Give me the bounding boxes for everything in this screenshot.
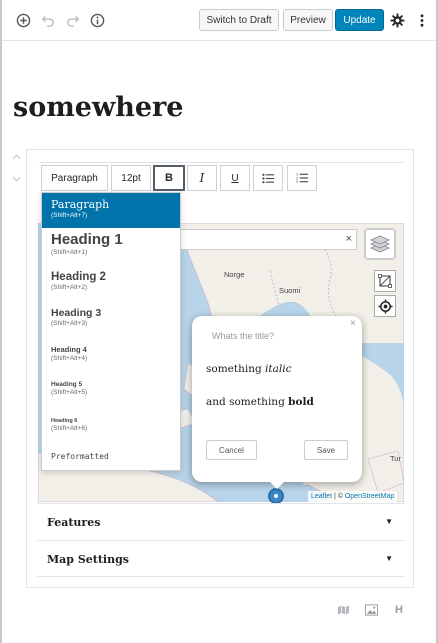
numbered-list-icon: 123 [296, 173, 308, 184]
format-option-heading-5[interactable]: Heading 5 (Shift+Alt+5) [42, 381, 180, 409]
underline-button[interactable]: U [220, 165, 250, 191]
popup-close-icon[interactable]: × [350, 318, 356, 329]
italic-button[interactable]: I [187, 165, 217, 191]
map-attribution: Leaflet | © OpenStreetMap [308, 491, 398, 502]
font-size-select[interactable]: 12pt [111, 165, 151, 191]
update-button[interactable]: Update [335, 9, 384, 31]
map-marker-icon[interactable] [268, 488, 284, 504]
format-option-heading-3[interactable]: Heading 3 (Shift+Alt+3) [42, 307, 180, 337]
popup-content-line-2[interactable]: and something bold [206, 396, 314, 408]
map-search-input[interactable]: × [180, 229, 357, 250]
format-option-heading-1[interactable]: Heading 1 (Shift+Alt+1) [42, 231, 180, 265]
map-block-icon[interactable] [336, 603, 350, 617]
svg-text:3: 3 [296, 180, 298, 184]
move-up-icon[interactable] [9, 152, 23, 164]
map-label-tur: Tur [390, 454, 401, 463]
chevron-down-icon: ▼ [385, 554, 393, 563]
map-label-norge: Norge [224, 270, 245, 279]
popup-save-button[interactable]: Save [304, 440, 348, 460]
format-option-heading-6[interactable]: Heading 6 (Shift+Alt+6) [42, 418, 180, 446]
popup-title-input[interactable]: Whats the title? [212, 331, 274, 341]
format-toolbar: Paragraph 12pt B I U 123 [39, 162, 404, 194]
layers-icon[interactable] [364, 228, 396, 260]
heading-block-icon[interactable]: H [392, 603, 406, 617]
preview-button[interactable]: Preview [283, 9, 333, 31]
leaflet-link[interactable]: Leaflet [311, 493, 332, 500]
format-option-heading-4[interactable]: Heading 4 (Shift+Alt+4) [42, 345, 180, 373]
switch-to-draft-button[interactable]: Switch to Draft [199, 9, 279, 31]
numbered-list-button[interactable]: 123 [287, 165, 317, 191]
features-panel-title: Features [47, 516, 101, 529]
map-settings-panel[interactable]: Map Settings ▼ [37, 540, 405, 577]
add-block-icon[interactable] [14, 11, 32, 29]
redo-icon[interactable] [64, 11, 82, 29]
openstreetmap-link[interactable]: OpenStreetMap [345, 493, 394, 500]
features-panel[interactable]: Features ▼ [37, 503, 405, 540]
map-label-suomi: Suomi [279, 286, 301, 295]
move-down-icon[interactable] [9, 174, 23, 186]
chevron-down-icon: ▼ [385, 517, 393, 526]
bold-button[interactable]: B [153, 165, 185, 191]
block-format-menu: Paragraph (Shift+Alt+7) Heading 1 (Shift… [41, 192, 181, 471]
gear-icon[interactable] [388, 11, 406, 29]
bullet-list-icon [261, 173, 274, 183]
block-format-select[interactable]: Paragraph [41, 165, 108, 191]
locate-icon[interactable] [374, 295, 396, 317]
editor-header: Switch to Draft Preview Update [2, 0, 436, 41]
bullet-list-button[interactable] [253, 165, 283, 191]
popup-cancel-button[interactable]: Cancel [206, 440, 257, 460]
popup-tip [269, 481, 285, 489]
format-option-preformatted[interactable]: Preformatted [42, 452, 180, 470]
undo-icon[interactable] [39, 11, 57, 29]
format-option-paragraph[interactable]: Paragraph (Shift+Alt+7) [42, 193, 180, 228]
image-block-icon[interactable] [364, 603, 378, 617]
info-icon[interactable] [88, 11, 106, 29]
popup-content-line-1[interactable]: something italic [206, 363, 291, 375]
post-title[interactable]: somewhere [13, 92, 183, 123]
format-option-heading-2[interactable]: Heading 2 (Shift+Alt+2) [42, 271, 180, 301]
map-settings-panel-title: Map Settings [47, 553, 129, 566]
clear-search-icon[interactable]: × [346, 233, 352, 245]
draw-rectangle-icon[interactable] [374, 270, 396, 292]
more-options-icon[interactable] [413, 11, 431, 29]
